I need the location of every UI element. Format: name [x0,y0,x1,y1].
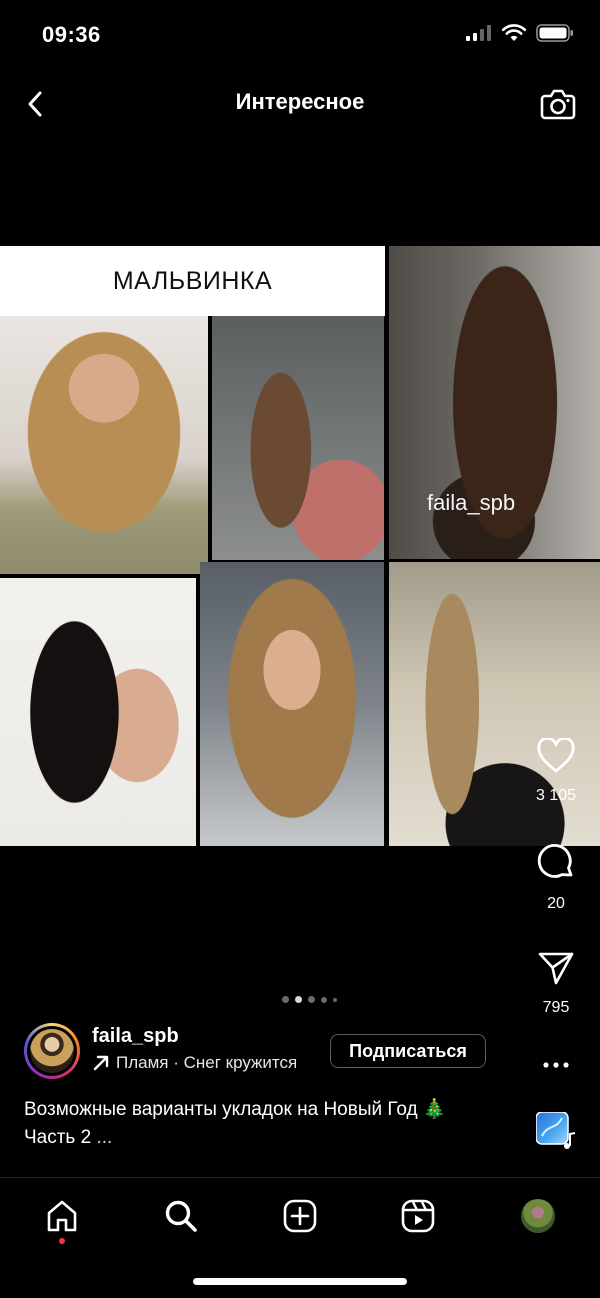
avatar-image [30,1029,74,1073]
photo-highlights-waves [200,562,384,846]
photo-dark-ponytail [0,578,196,846]
like-count: 3 105 [535,787,577,804]
caption-more[interactable]: ... [91,1127,112,1148]
audio-link[interactable]: Пламя · Снег кружится [92,1053,297,1073]
post-watermark: faila_spb [427,490,516,515]
photo-blonde-waves [0,316,208,574]
share-button[interactable]: 795 [525,950,587,1017]
signal-icon [466,25,491,41]
carousel-dot-active [295,996,302,1003]
caption-line-1: Возможные варианты укладок на Новый Год … [24,1099,447,1120]
follow-button[interactable]: Подписаться [330,1034,486,1068]
audio-label: Пламя · Снег кружится [116,1053,298,1072]
home-indicator [193,1278,407,1285]
page-title: Интересное [235,89,365,114]
send-icon [538,952,574,985]
comment-icon [537,844,573,878]
comment-count: 20 [547,895,565,912]
nav-create[interactable] [280,1196,320,1236]
home-icon [47,1200,77,1232]
carousel-dot [321,996,327,1003]
author-username[interactable]: faila_spb [92,1025,179,1048]
like-button[interactable]: 3 105 [525,736,587,805]
status-icons [466,24,574,42]
battery-icon [536,24,573,42]
nav-notification-dot [59,1238,65,1244]
carousel-dot [282,996,289,1003]
nav-reels[interactable] [398,1196,438,1236]
create-icon [283,1199,317,1233]
search-icon [165,1200,197,1232]
camera-icon [540,89,576,120]
photo-brown-ponytail [212,316,384,560]
carousel-indicator [282,996,337,1003]
share-count: 795 [542,999,570,1016]
post-caption[interactable]: Возможные варианты укладок на Новый Год … [24,1096,504,1152]
carousel-dot [308,996,315,1003]
trending-arrow-icon [93,1055,109,1071]
author-avatar[interactable] [24,1023,80,1079]
nav-search[interactable] [161,1196,201,1236]
nav-home[interactable] [42,1196,82,1236]
comment-button[interactable]: 20 [525,842,587,913]
post-media[interactable]: МАЛЬВИНКА faila_spb [0,246,600,846]
camera-button[interactable] [538,84,578,124]
heart-icon [537,736,575,773]
photo-back-waves: faila_spb [389,246,600,559]
carousel-dot [333,997,337,1002]
more-options-button[interactable] [525,1055,587,1080]
wifi-icon [502,24,526,41]
more-dots-icon [543,1062,569,1068]
caption-line-2: Часть 2 [24,1127,92,1148]
nav-profile[interactable] [518,1196,558,1236]
reels-icon [401,1199,435,1233]
profile-avatar [521,1199,555,1233]
collage-title: МАЛЬВИНКА [0,246,385,316]
audio-cover-icon [535,1111,576,1149]
status-time: 09:36 [42,22,101,47]
audio-thumbnail[interactable] [535,1111,576,1152]
